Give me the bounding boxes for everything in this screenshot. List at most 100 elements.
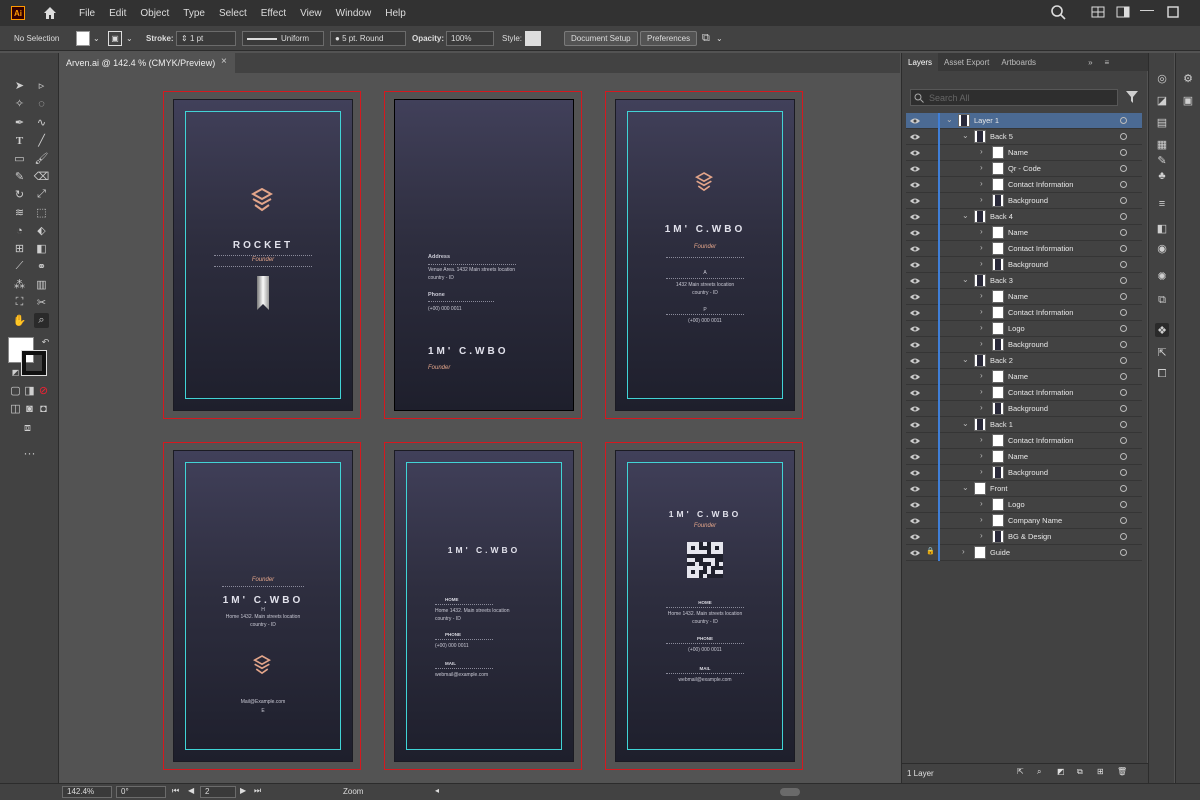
target-circle-icon[interactable] (1120, 229, 1127, 236)
target-circle-icon[interactable] (1120, 213, 1127, 220)
libraries-icon[interactable]: ▦ (1155, 137, 1169, 151)
layer-row[interactable]: › Contact Information (906, 241, 1142, 257)
artboard-number-field[interactable]: 2 (200, 786, 236, 798)
minimize-icon[interactable]: — (1140, 2, 1156, 20)
layer-row[interactable]: › Name (906, 369, 1142, 385)
new-layer-icon[interactable]: ⊞ (1097, 767, 1104, 776)
visibility-eye-icon[interactable] (910, 373, 920, 381)
visibility-eye-icon[interactable] (910, 453, 920, 461)
color-panel-icon[interactable]: ✺ (1155, 269, 1169, 283)
graphic-styles-icon[interactable]: ◪ (1155, 93, 1169, 107)
scale-icon[interactable]: ⤢ (34, 187, 49, 202)
visibility-eye-icon[interactable] (910, 277, 920, 285)
artboard-1[interactable]: ROCKET Founder (163, 91, 361, 419)
target-circle-icon[interactable] (1120, 149, 1127, 156)
previous-artboard-icon[interactable]: ◀ (188, 786, 194, 795)
selection-tool-icon[interactable]: ➤ (12, 78, 27, 93)
collapse-panel-icon[interactable]: » (1082, 53, 1098, 71)
layer-row[interactable]: › Name (906, 449, 1142, 465)
blend-icon[interactable]: ⚭ (34, 259, 49, 274)
visibility-eye-icon[interactable] (910, 133, 920, 141)
draw-normal-icon[interactable]: ◫ (8, 401, 23, 416)
lock-icon[interactable]: 🔒 (926, 547, 935, 555)
gradient-icon[interactable]: ◧ (34, 241, 49, 256)
expand-toggle-icon[interactable]: › (980, 451, 983, 460)
close-icon[interactable]: × (221, 56, 227, 67)
direct-selection-icon[interactable]: ▹ (34, 78, 49, 93)
screen-mode-icon[interactable]: ⧈ (20, 421, 35, 436)
expand-toggle-icon[interactable]: ⌄ (962, 483, 969, 492)
layer-row[interactable]: › BG & Design (906, 529, 1142, 545)
default-colors-icon[interactable]: ◩ (8, 365, 23, 380)
menu-object[interactable]: Object (140, 8, 169, 19)
visibility-eye-icon[interactable] (910, 469, 920, 477)
layer-row[interactable]: › Background (906, 337, 1142, 353)
panel-menu-icon[interactable]: ≡ (1099, 53, 1116, 71)
home-icon[interactable] (43, 6, 57, 20)
layer-row[interactable]: ⌄ Back 2 (906, 353, 1142, 369)
target-circle-icon[interactable] (1120, 293, 1127, 300)
magic-wand-icon[interactable]: ✧ (12, 96, 27, 111)
chevron-down-icon[interactable]: ⌄ (93, 31, 100, 46)
free-transform-icon[interactable]: ⬚ (34, 205, 49, 220)
target-circle-icon[interactable] (1120, 165, 1127, 172)
expand-toggle-icon[interactable]: › (980, 371, 983, 380)
paintbrush-icon[interactable]: 🖌 (34, 151, 49, 166)
layer-row[interactable]: › Name (906, 225, 1142, 241)
maximize-icon[interactable] (1165, 4, 1181, 20)
expand-toggle-icon[interactable]: ⌄ (962, 131, 969, 140)
workspace-icon[interactable] (1115, 4, 1131, 20)
target-circle-icon[interactable] (1120, 533, 1127, 540)
artboard-3[interactable]: 1M' C.WBO Founder A 1432 Main streets lo… (605, 91, 803, 419)
target-circle-icon[interactable] (1120, 341, 1127, 348)
stroke-swatch[interactable]: ▣ (108, 31, 122, 46)
expand-toggle-icon[interactable]: › (980, 323, 983, 332)
artboard-4[interactable]: Founder 1M' C.WBO H Home 1432. Main stre… (163, 442, 361, 770)
artboard-6[interactable]: 1M' C.WBO Founder HOME Home 1432. Main s… (605, 442, 803, 770)
trash-icon[interactable]: 🗑 (1117, 767, 1127, 776)
more-tools-icon[interactable]: ··· (22, 445, 37, 460)
filter-icon[interactable] (1126, 91, 1138, 103)
layer-row[interactable]: ⌄ Layer 1 (906, 113, 1142, 129)
target-circle-icon[interactable] (1120, 309, 1127, 316)
layer-row[interactable]: ⌄ Back 1 (906, 417, 1142, 433)
arrange-icon[interactable]: ⧉ (702, 31, 710, 46)
target-circle-icon[interactable] (1120, 373, 1127, 380)
layer-row[interactable]: › Logo (906, 497, 1142, 513)
expand-toggle-icon[interactable]: › (980, 259, 983, 268)
layers-panel-icon[interactable]: ❖ (1155, 323, 1169, 337)
target-circle-icon[interactable] (1120, 405, 1127, 412)
arrange-documents-icon[interactable] (1090, 4, 1106, 20)
visibility-eye-icon[interactable] (910, 357, 920, 365)
expand-toggle-icon[interactable]: › (962, 547, 965, 556)
document-info-icon[interactable]: ▣ (1181, 93, 1195, 107)
visibility-eye-icon[interactable] (910, 197, 920, 205)
expand-toggle-icon[interactable]: › (980, 243, 983, 252)
visibility-eye-icon[interactable] (910, 533, 920, 541)
layer-row[interactable]: ⌄ Front (906, 481, 1142, 497)
expand-toggle-icon[interactable]: › (980, 163, 983, 172)
expand-toggle-icon[interactable]: ⌄ (946, 115, 953, 124)
fill-swatch[interactable] (76, 31, 90, 46)
clip-mask-icon[interactable]: ◩ (1057, 767, 1065, 776)
target-circle-icon[interactable] (1120, 501, 1127, 508)
visibility-eye-icon[interactable] (910, 213, 920, 221)
layer-row[interactable]: ⌄ Back 4 (906, 209, 1142, 225)
expand-toggle-icon[interactable]: ⌄ (962, 211, 969, 220)
type-tool-icon[interactable]: T (12, 133, 27, 148)
visibility-eye-icon[interactable] (910, 517, 920, 525)
expand-toggle-icon[interactable]: › (980, 515, 983, 524)
menu-select[interactable]: Select (219, 8, 247, 19)
stroke-weight-field[interactable]: ⇕ 1 pt (176, 31, 236, 46)
visibility-eye-icon[interactable] (910, 309, 920, 317)
visibility-eye-icon[interactable] (910, 181, 920, 189)
expand-toggle-icon[interactable]: › (980, 387, 983, 396)
artboard-5[interactable]: 1M' C.WBO HOME Home 1432. Main streets l… (384, 442, 582, 770)
visibility-eye-icon[interactable] (910, 165, 920, 173)
layer-row[interactable]: › Contact Information (906, 433, 1142, 449)
gradient-mode-icon[interactable]: ◨ (22, 383, 37, 398)
layer-row[interactable]: › Name (906, 145, 1142, 161)
preferences-button[interactable]: Preferences (640, 31, 698, 46)
export-panel-icon[interactable]: ⇱ (1155, 345, 1169, 359)
shape-builder-icon[interactable]: ◔ (12, 223, 27, 238)
